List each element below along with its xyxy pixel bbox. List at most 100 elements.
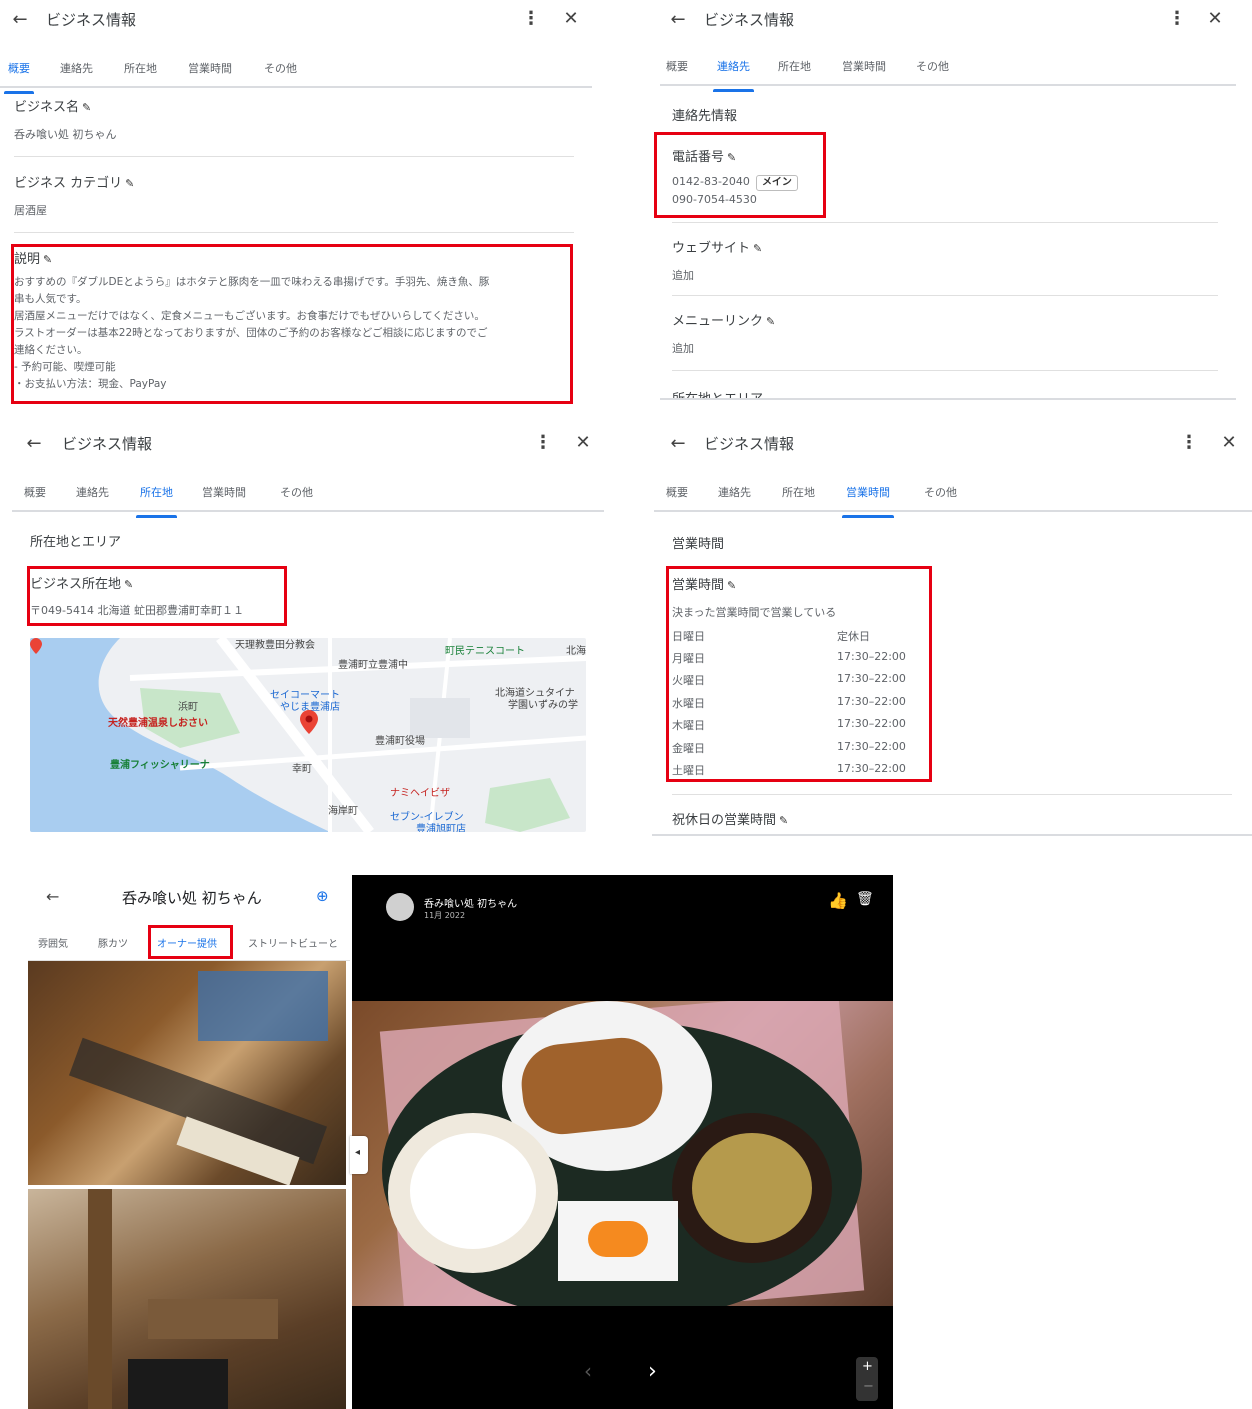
back-arrow-icon[interactable]: ← [666, 432, 690, 456]
tab-contact[interactable]: 連絡先 [713, 58, 754, 92]
menu-link-label: メニューリンク ✎ [672, 314, 776, 329]
divider [672, 295, 1218, 296]
menu-add-link[interactable]: 追加 [672, 340, 694, 356]
tab-contact[interactable]: 連絡先 [718, 484, 751, 506]
more-vert-icon[interactable]: ⋮ [534, 433, 552, 455]
photo-thumbnail[interactable] [28, 1189, 346, 1409]
edit-pencil-icon[interactable]: ✎ [766, 315, 776, 328]
more-vert-icon[interactable]: ⋮ [1168, 9, 1186, 31]
edit-pencil-icon[interactable]: ✎ [82, 101, 92, 114]
photo-tab-atmosphere[interactable]: 雰囲気 [38, 935, 68, 950]
tab-other[interactable]: その他 [924, 484, 957, 506]
previous-photo-icon[interactable]: ‹ [584, 1359, 592, 1383]
back-arrow-icon[interactable]: ← [46, 887, 59, 906]
tab-location[interactable]: 所在地 [136, 484, 177, 518]
tab-hours[interactable]: 営業時間 [842, 484, 894, 518]
tab-other[interactable]: その他 [916, 58, 949, 80]
zoom-in-icon[interactable]: + [862, 1359, 873, 1374]
business-name-label: ビジネス名 ✎ [14, 100, 92, 115]
highlight-box [27, 566, 287, 626]
map-pin-icon[interactable] [300, 710, 318, 734]
close-icon[interactable]: ✕ [560, 8, 582, 30]
divider [652, 834, 1252, 836]
edit-pencil-icon[interactable]: ✎ [753, 242, 763, 255]
add-photo-icon[interactable]: ⊕ [316, 887, 329, 905]
highlight-box [11, 244, 573, 404]
gallery-title: 呑み喰い処 初ちゃん [122, 889, 262, 907]
delete-icon[interactable]: 🗑 [856, 891, 874, 907]
zoom-control[interactable]: + − [856, 1357, 878, 1401]
business-name-value: 呑み喰い処 初ちゃん [14, 128, 117, 141]
more-vert-icon[interactable]: ⋮ [1180, 433, 1198, 455]
tab-hours[interactable]: 営業時間 [202, 484, 246, 506]
tab-overview[interactable]: 概要 [24, 484, 46, 506]
divider [660, 398, 1236, 400]
back-arrow-icon[interactable]: ← [666, 8, 690, 32]
divider [672, 370, 1218, 371]
tab-other[interactable]: その他 [264, 60, 297, 82]
tab-contact[interactable]: 連絡先 [60, 60, 93, 82]
tab-overview[interactable]: 概要 [4, 60, 34, 94]
overview-panel: ← ビジネス情報 ⋮ ✕ 概要 連絡先 所在地 営業時間 その他 ビジネス名 ✎ … [0, 0, 600, 410]
collapse-panel-handle[interactable]: ◂ [350, 1136, 368, 1174]
overview-header: ← ビジネス情報 ⋮ ✕ [0, 0, 600, 40]
edit-pencil-icon[interactable]: ✎ [779, 814, 789, 827]
map-label: 天理教豊田分教会 [235, 640, 315, 651]
map-label: 北海 [566, 646, 586, 657]
tab-overview[interactable]: 概要 [666, 484, 688, 506]
divider [14, 156, 574, 157]
tab-location[interactable]: 所在地 [778, 58, 811, 80]
divider [672, 794, 1232, 795]
more-vert-icon[interactable]: ⋮ [522, 9, 540, 31]
map-poi-icon [30, 638, 42, 654]
page-title: ビジネス情報 [704, 435, 795, 453]
category-label: ビジネス カテゴリ ✎ [14, 176, 135, 191]
page-title: ビジネス情報 [704, 11, 795, 29]
map-label: 町民テニスコート [445, 646, 525, 657]
tab-other[interactable]: その他 [280, 484, 313, 506]
map-label: 豊浦旭町店 [416, 824, 466, 832]
back-arrow-icon[interactable]: ← [22, 432, 46, 456]
close-icon[interactable]: ✕ [572, 432, 594, 454]
close-icon[interactable]: ✕ [1204, 8, 1226, 30]
next-photo-icon[interactable]: › [648, 1359, 657, 1384]
location-map[interactable]: 天理教豊田分教会 豊浦町立豊浦中 町民テニスコート 北海 セイコーマート やじま… [30, 638, 586, 832]
map-label: ナミヘイビザ [390, 788, 450, 799]
location-header: ← ビジネス情報 ⋮ ✕ [0, 424, 612, 464]
chevron-left-icon: ◂ [355, 1147, 361, 1158]
contact-panel: ← ビジネス情報 ⋮ ✕ 概要 連絡先 所在地 営業時間 その他 連絡先情報 電… [652, 0, 1252, 400]
photo-viewer: 呑み喰い処 初ちゃん 11月 2022 👍 🗑 ‹ › + − [352, 875, 893, 1409]
page-title: ビジネス情報 [46, 11, 137, 29]
tab-hours[interactable]: 営業時間 [842, 58, 886, 80]
photo-thumbnail[interactable] [28, 961, 346, 1185]
category-value: 居酒屋 [14, 204, 47, 217]
section-title: 所在地とエリア [30, 535, 122, 550]
divider [14, 232, 574, 233]
highlight-box [666, 566, 932, 782]
tab-hours[interactable]: 営業時間 [188, 60, 232, 82]
map-label: 豊浦町立豊浦中 [338, 660, 408, 671]
back-arrow-icon[interactable]: ← [8, 8, 32, 32]
map-graphic [30, 638, 586, 832]
map-label: 豊浦フィッシャリーナ [110, 760, 210, 771]
map-label: 浜町 [178, 702, 198, 713]
tab-overview[interactable]: 概要 [666, 58, 688, 80]
close-icon[interactable]: ✕ [1218, 432, 1240, 454]
thumbs-up-icon[interactable]: 👍 [828, 891, 848, 910]
location-tabs: 概要 連絡先 所在地 営業時間 その他 [12, 478, 604, 518]
edit-pencil-icon[interactable]: ✎ [125, 177, 135, 190]
tab-location[interactable]: 所在地 [782, 484, 815, 506]
map-label: 学園いずみの学 [508, 700, 578, 711]
zoom-out-icon[interactable]: − [863, 1379, 874, 1394]
section-title: 営業時間 [672, 537, 725, 552]
map-label: 天然豊浦温泉しおさい [108, 718, 208, 729]
map-label: 海岸町 [328, 806, 358, 817]
website-add-link[interactable]: 追加 [672, 267, 694, 283]
photo-tab-tonkatsu[interactable]: 豚カツ [98, 935, 128, 950]
photo-tab-streetview[interactable]: ストリートビューと [248, 935, 338, 950]
tab-location[interactable]: 所在地 [124, 60, 157, 82]
tab-contact[interactable]: 連絡先 [76, 484, 109, 506]
photo-main [352, 1001, 893, 1306]
section-title: 連絡先情報 [672, 109, 738, 124]
holiday-hours-label: 祝休日の営業時間 ✎ [672, 813, 789, 828]
